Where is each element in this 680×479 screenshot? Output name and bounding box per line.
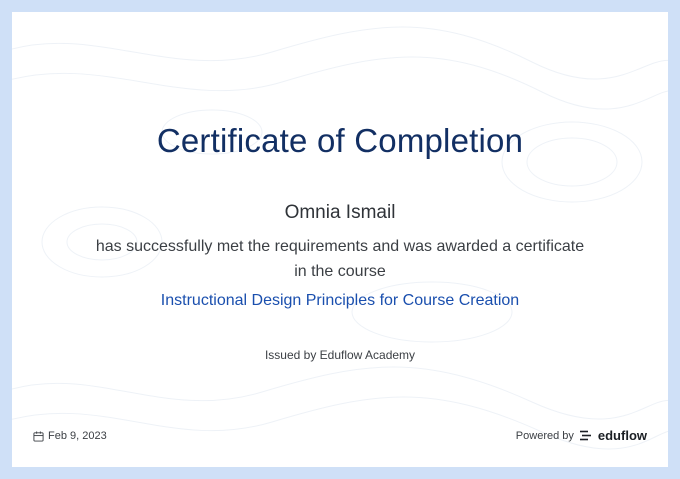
issue-date-text: Feb 9, 2023 <box>48 430 107 442</box>
course-title: Instructional Design Principles for Cour… <box>160 292 520 309</box>
certificate-description: has successfully met the requirements an… <box>95 238 585 280</box>
powered-by-label: Powered by <box>515 429 574 442</box>
powered-by: Powered by eduflow <box>516 428 647 443</box>
eduflow-logo-icon <box>579 430 592 441</box>
certificate-content: Certificate of Completion Omnia Ismail h… <box>12 12 668 467</box>
issue-date: Feb 9, 2023 <box>33 430 107 442</box>
eduflow-brand-name[interactable]: eduflow <box>598 428 647 443</box>
certificate-title: Certificate of Completion <box>156 122 524 159</box>
certificate-card: Certificate of Completion Omnia Ismail h… <box>12 12 668 467</box>
issued-by: Issued by Eduflow Academy <box>264 348 416 362</box>
calendar-icon <box>33 430 44 442</box>
recipient-name: Omnia Ismail <box>284 202 396 223</box>
